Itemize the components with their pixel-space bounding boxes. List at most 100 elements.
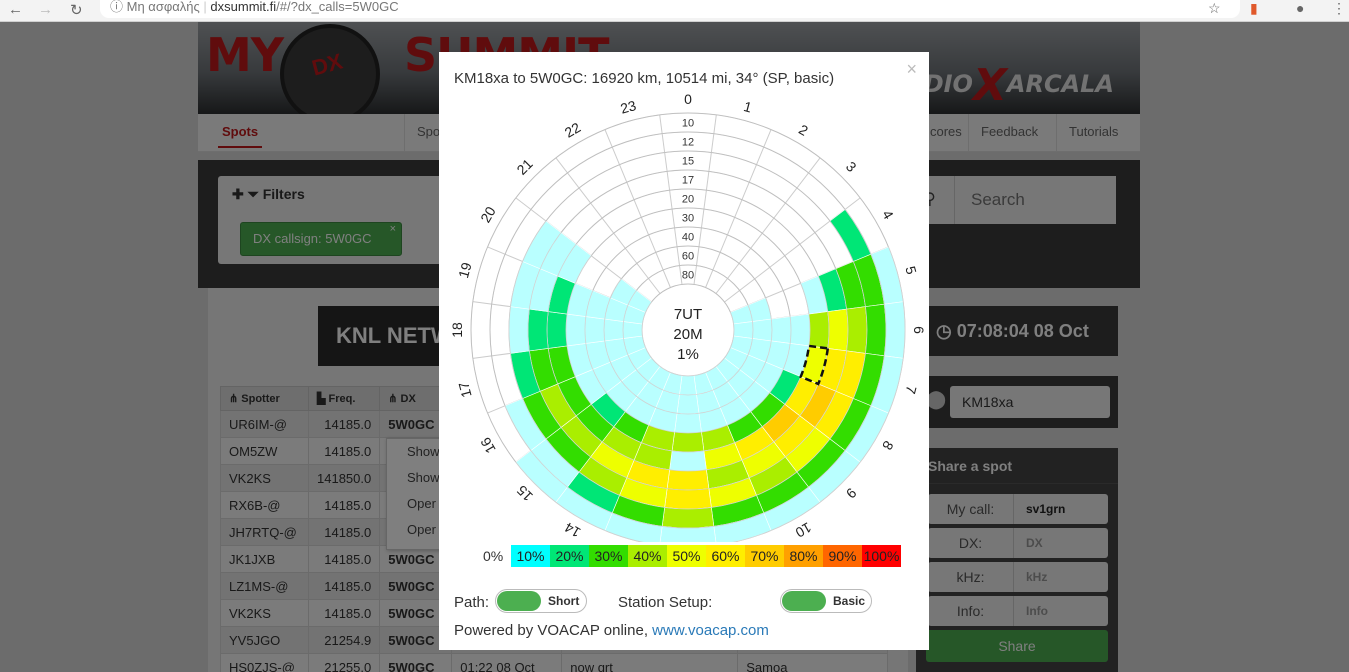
- hour-label: 23: [619, 97, 638, 117]
- reliability-cell[interactable]: [846, 306, 868, 354]
- reliability-cell[interactable]: [671, 431, 705, 453]
- reliability-cell[interactable]: [669, 450, 707, 472]
- legend-cell: 80%: [784, 545, 823, 567]
- path-toggle[interactable]: Short: [495, 589, 587, 613]
- powered-by: Powered by VOACAP online, www.voacap.com: [454, 622, 769, 639]
- station-setup-toggle[interactable]: Basic: [780, 589, 872, 613]
- forward-icon[interactable]: →: [38, 1, 53, 18]
- reliability-cell[interactable]: [674, 412, 702, 434]
- hour-label: 20: [477, 204, 499, 226]
- reliability-cell[interactable]: [508, 306, 530, 354]
- hour-label: 17: [455, 380, 475, 399]
- reliability-cell[interactable]: [752, 318, 773, 342]
- band-label: 15: [682, 156, 694, 168]
- band-label: 40: [682, 232, 694, 244]
- path-toggle-value: Short: [548, 594, 580, 608]
- hour-spoke: [693, 114, 717, 285]
- hour-label: 19: [455, 260, 475, 279]
- legend-cell: 20%: [550, 545, 589, 567]
- hour-label: 7: [902, 384, 920, 396]
- band-label: 20: [682, 194, 694, 206]
- hour-label: 8: [879, 438, 897, 453]
- band-label: 17: [682, 175, 694, 187]
- legend-zero: 0%: [483, 548, 504, 564]
- legend-cell: 60%: [706, 545, 745, 567]
- hour-label: 0: [684, 92, 692, 107]
- reliability-cell[interactable]: [808, 311, 830, 349]
- legend-cell: 90%: [823, 545, 862, 567]
- extension-icon[interactable]: ▮: [1250, 0, 1258, 17]
- hour-label: 10: [793, 519, 815, 541]
- voacap-link[interactable]: www.voacap.com: [652, 622, 769, 639]
- info-icon[interactable]: ⓘ: [110, 0, 123, 14]
- reliability-cell[interactable]: [827, 308, 849, 352]
- reliability-cell[interactable]: [659, 525, 717, 542]
- url-host: dxsummit.fi: [210, 0, 277, 14]
- legend-cell: 50%: [667, 545, 706, 567]
- hour-label: 15: [513, 482, 535, 504]
- hour-label: 4: [879, 207, 897, 222]
- close-icon[interactable]: ×: [906, 59, 917, 80]
- hour-label: 21: [513, 155, 535, 177]
- browser-chrome: ← → ↻ ⓘ Μη ασφαλής | dxsummit.fi/#/?dx_c…: [0, 0, 1349, 22]
- reliability-cell[interactable]: [664, 488, 712, 510]
- reliability-cell[interactable]: [622, 321, 643, 339]
- setup-toggle-knob: [782, 591, 826, 611]
- setup-toggle-value: Basic: [833, 594, 866, 608]
- center-pct: 1%: [677, 346, 699, 363]
- propagation-modal: KM18xa to 5W0GC: 16920 km, 10514 mi, 34°…: [439, 52, 929, 650]
- hour-label: 3: [843, 158, 860, 175]
- security-label: Μη ασφαλής: [126, 0, 200, 14]
- band-label: 10: [682, 118, 694, 130]
- reliability-cell[interactable]: [565, 313, 587, 347]
- legend-cell: 30%: [589, 545, 628, 567]
- menu-dots-icon[interactable]: ⋮: [1332, 0, 1346, 17]
- reliability-cell[interactable]: [603, 318, 624, 342]
- legend-cell: 10%: [511, 545, 550, 567]
- reliability-cell[interactable]: [584, 316, 606, 344]
- reliability-cell[interactable]: [661, 507, 715, 529]
- center-band: 20M: [673, 326, 702, 343]
- reliability-cell[interactable]: [770, 316, 792, 344]
- hour-label: 5: [902, 264, 920, 276]
- band-label: 12: [682, 137, 694, 149]
- hour-spoke: [659, 114, 683, 285]
- hour-label: 1: [742, 98, 754, 116]
- hour-label: 18: [449, 322, 465, 338]
- modal-title: KM18xa to 5W0GC: 16920 km, 10514 mi, 34°…: [454, 70, 835, 87]
- reliability-cell[interactable]: [865, 303, 887, 357]
- powered-text: Powered by VOACAP online,: [454, 622, 648, 639]
- reliability-cell[interactable]: [679, 375, 697, 396]
- hour-label: 22: [562, 119, 584, 141]
- legend-cell: 40%: [628, 545, 667, 567]
- path-label: Path:: [454, 594, 490, 611]
- band-label: 60: [682, 251, 694, 263]
- legend-cell: 100%: [862, 545, 901, 567]
- hour-label: 2: [796, 121, 811, 139]
- reliability-cell[interactable]: [883, 301, 906, 359]
- center-time: 7UT: [674, 306, 702, 323]
- reliability-cell[interactable]: [546, 311, 568, 349]
- legend-cell: 70%: [745, 545, 784, 567]
- hour-label: 9: [843, 485, 860, 502]
- reliability-cell[interactable]: [676, 394, 700, 415]
- propagation-wheel: 8060403020171512100123456789101112131415…: [449, 92, 924, 542]
- path-toggle-knob: [497, 591, 541, 611]
- bookmark-star-icon[interactable]: ☆: [1208, 0, 1221, 17]
- account-icon[interactable]: ●: [1296, 0, 1304, 16]
- band-label: 30: [682, 213, 694, 225]
- band-label: 80: [682, 270, 694, 282]
- hour-label: 14: [562, 519, 584, 541]
- reliability-cell[interactable]: [527, 308, 549, 352]
- back-icon[interactable]: ←: [8, 1, 23, 18]
- url-path: /#/?dx_calls=5W0GC: [276, 0, 399, 14]
- hour-label: 16: [477, 435, 499, 457]
- station-setup-label: Station Setup:: [618, 594, 713, 611]
- reliability-cell[interactable]: [733, 321, 754, 339]
- reliability-cell[interactable]: [666, 469, 710, 491]
- hour-label: 6: [911, 326, 924, 334]
- reliability-cell[interactable]: [789, 313, 811, 347]
- reload-icon[interactable]: ↻: [70, 1, 83, 19]
- address-bar[interactable]: ⓘ Μη ασφαλής | dxsummit.fi/#/?dx_calls=5…: [100, 0, 1240, 18]
- reliability-legend: 0% 10% 20% 30% 40% 50% 60% 70% 80% 90% 100%: [483, 545, 901, 567]
